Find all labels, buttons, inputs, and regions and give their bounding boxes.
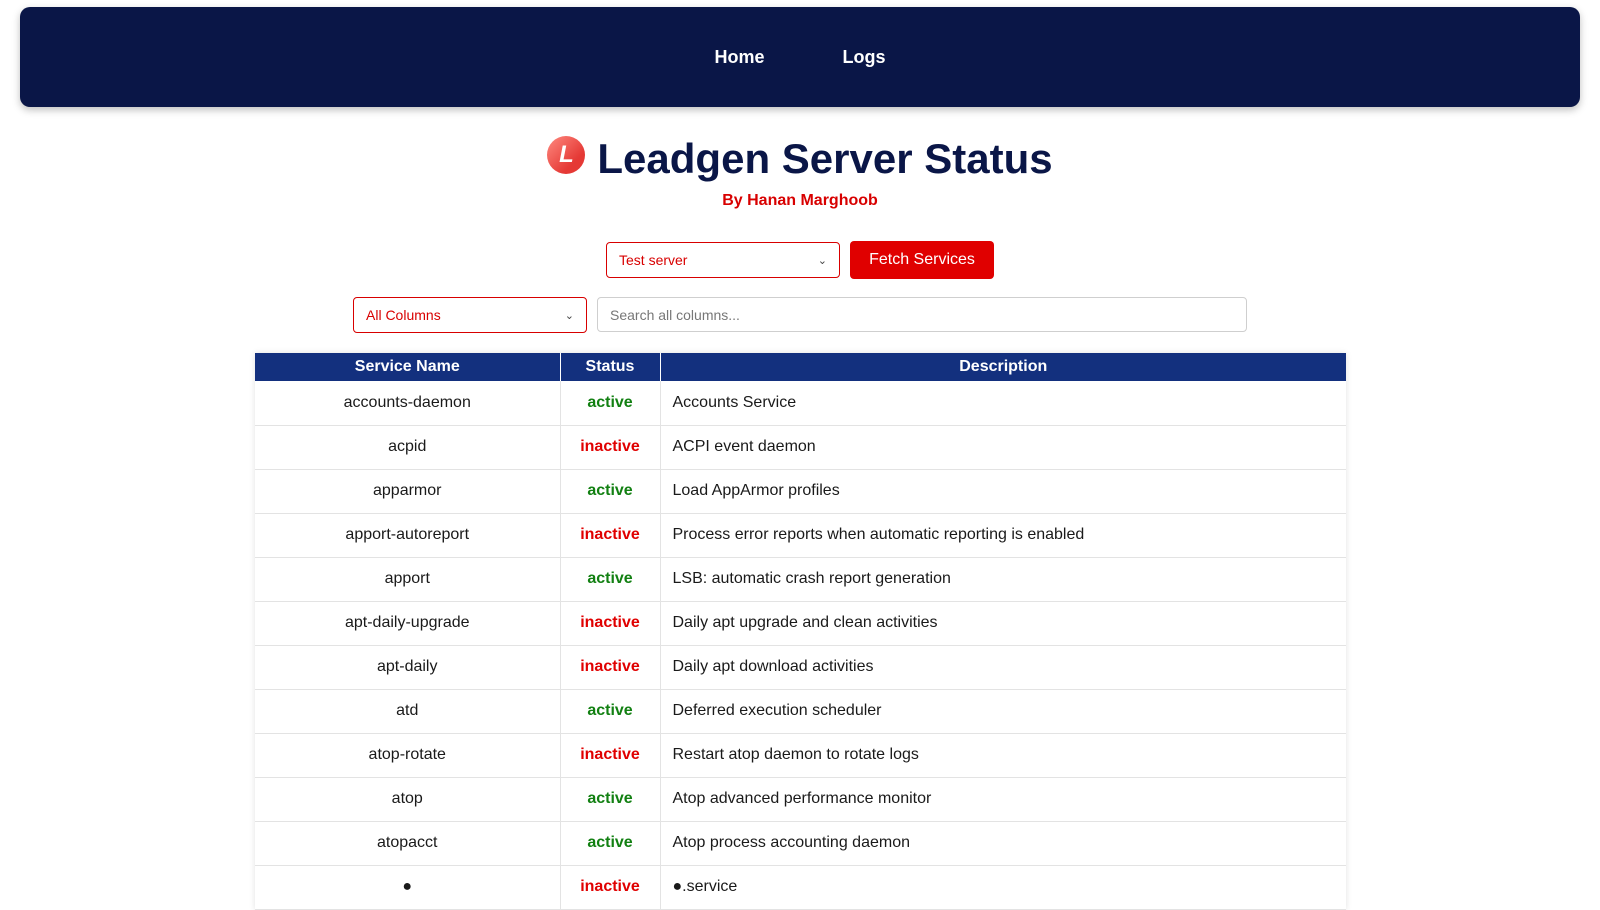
table-body: accounts-daemon active Accounts Service acp… [255, 381, 1346, 910]
table-row[interactable]: atop active Atop advanced performance moni… [255, 777, 1346, 822]
service-name-cell: apparmor [255, 469, 561, 514]
column-header-status[interactable]: Status [560, 353, 661, 381]
service-name-cell: ● [255, 865, 561, 910]
service-name-cell: atop-rotate [255, 733, 561, 778]
status-badge: active [560, 777, 661, 822]
services-table-container: Service Name Status Description accounts… [255, 353, 1346, 910]
page-title: Leadgen Server Status [597, 135, 1053, 182]
author-byline: By Hanan Marghoob [722, 192, 878, 209]
service-name-cell: apt-daily-upgrade [255, 601, 561, 646]
leadgen-logo-icon: L [547, 134, 588, 174]
top-navbar: Home Logs [20, 7, 1580, 107]
status-badge: active [560, 557, 661, 602]
description-cell: Atop process accounting daemon [660, 821, 1346, 866]
description-cell: Process error reports when automatic rep… [660, 513, 1346, 558]
server-select-value: Test server [619, 252, 688, 268]
status-badge: inactive [560, 425, 661, 470]
nav-logs-link[interactable]: Logs [843, 47, 886, 68]
server-select[interactable]: Test server ⌄ [606, 242, 840, 278]
server-controls: Test server ⌄ Fetch Services [606, 241, 994, 279]
description-cell: Load AppArmor profiles [660, 469, 1346, 514]
column-filter-select[interactable]: All Columns ⌄ [353, 297, 587, 333]
table-row[interactable]: atop-rotate inactive Restart atop daemon t… [255, 733, 1346, 778]
service-name-cell: apt-daily [255, 645, 561, 690]
fetch-services-button[interactable]: Fetch Services [850, 241, 994, 279]
description-cell: LSB: automatic crash report generation [660, 557, 1346, 602]
service-name-cell: atopacct [255, 821, 561, 866]
service-name-cell: acpid [255, 425, 561, 470]
table-row[interactable]: ● inactive ●.service [255, 865, 1346, 910]
filter-controls: All Columns ⌄ [353, 297, 1247, 333]
column-select-value: All Columns [366, 307, 441, 323]
description-cell: Daily apt download activities [660, 645, 1346, 690]
service-name-cell: accounts-daemon [255, 381, 561, 426]
service-name-cell: atd [255, 689, 561, 734]
table-row[interactable]: apport-autoreport inactive Process error r… [255, 513, 1346, 558]
table-header-row: Service Name Status Description [255, 353, 1346, 381]
title-area: L Leadgen Server Status [0, 134, 1600, 184]
status-badge: active [560, 469, 661, 514]
service-name-cell: atop [255, 777, 561, 822]
table-row[interactable]: acpid inactive ACPI event daemon [255, 425, 1346, 470]
table-row[interactable]: accounts-daemon active Accounts Service [255, 381, 1346, 426]
description-cell: Restart atop daemon to rotate logs [660, 733, 1346, 778]
table-row[interactable]: apt-daily-upgrade inactive Daily apt upgra… [255, 601, 1346, 646]
description-cell: Daily apt upgrade and clean activities [660, 601, 1346, 646]
column-header-description[interactable]: Description [660, 353, 1346, 381]
status-badge: active [560, 689, 661, 734]
description-cell: ACPI event daemon [660, 425, 1346, 470]
services-table: Service Name Status Description accounts… [255, 353, 1346, 910]
table-row[interactable]: atd active Deferred execution scheduler [255, 689, 1346, 734]
status-badge: inactive [560, 865, 661, 910]
service-name-cell: apport [255, 557, 561, 602]
description-cell: Atop advanced performance monitor [660, 777, 1346, 822]
chevron-down-icon: ⌄ [564, 309, 574, 322]
service-name-cell: apport-autoreport [255, 513, 561, 558]
search-input[interactable] [597, 297, 1247, 332]
table-row[interactable]: atopacct active Atop process accounting da… [255, 821, 1346, 866]
chevron-down-icon: ⌄ [817, 254, 827, 267]
status-badge: inactive [560, 513, 661, 558]
table-row[interactable]: apt-daily inactive Daily apt download acti… [255, 645, 1346, 690]
status-badge: active [560, 821, 661, 866]
table-row[interactable]: apparmor active Load AppArmor profiles [255, 469, 1346, 514]
status-badge: active [560, 381, 661, 426]
description-cell: Deferred execution scheduler [660, 689, 1346, 734]
status-badge: inactive [560, 645, 661, 690]
status-badge: inactive [560, 733, 661, 778]
column-header-service-name[interactable]: Service Name [255, 353, 561, 381]
description-cell: Accounts Service [660, 381, 1346, 426]
table-row[interactable]: apport active LSB: automatic crash report … [255, 557, 1346, 602]
description-cell: ●.service [660, 865, 1346, 910]
nav-home-link[interactable]: Home [714, 47, 764, 68]
status-badge: inactive [560, 601, 661, 646]
